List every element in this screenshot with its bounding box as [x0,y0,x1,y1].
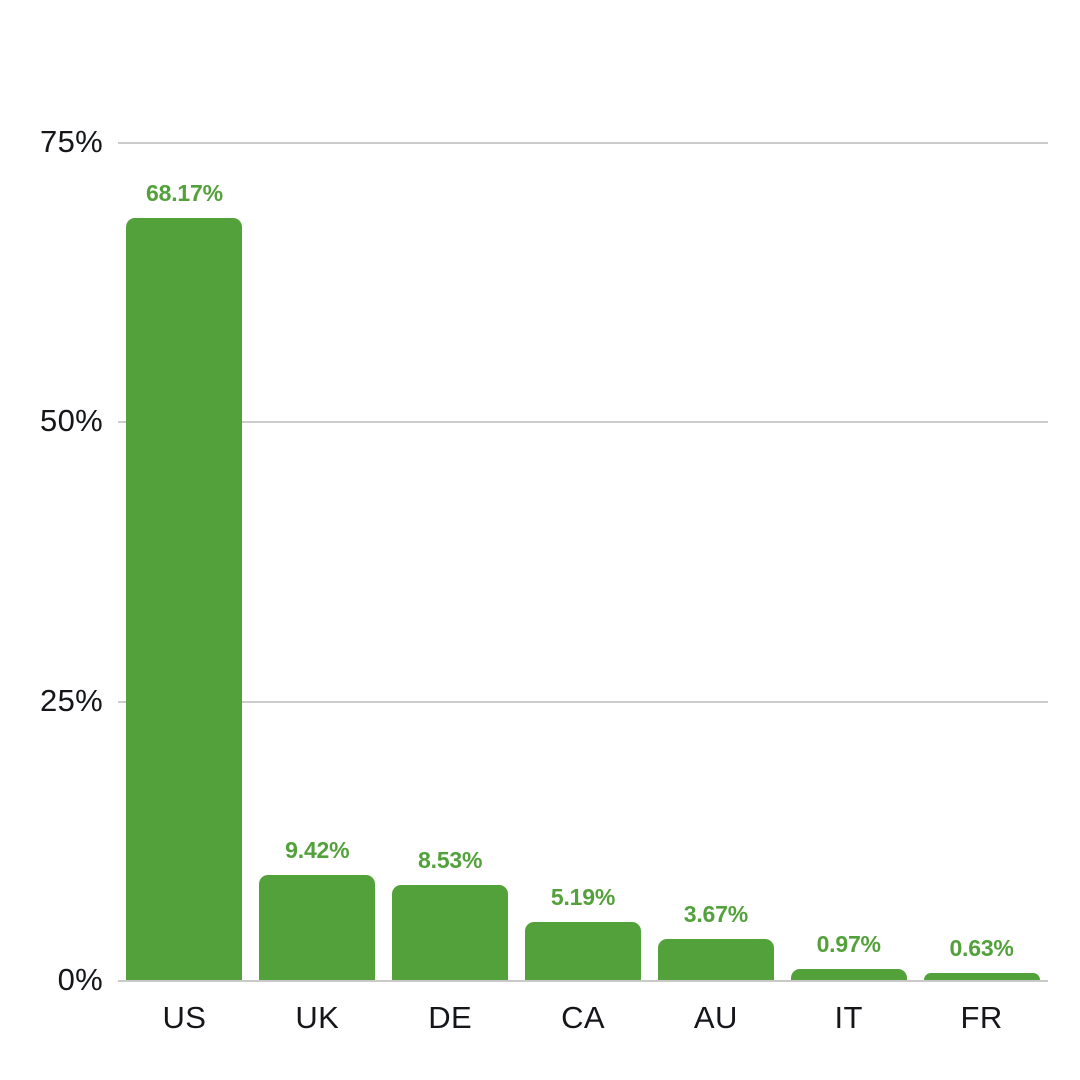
bar-group[interactable]: 68.17% [126,182,243,980]
x-axis-tick-label: FR [960,1000,1003,1035]
bar-group[interactable]: 3.67% [657,903,774,980]
bar-value-label: 68.17% [146,180,223,207]
bar-group[interactable]: 5.19% [525,886,641,980]
bar-us[interactable] [126,218,243,980]
bar-uk[interactable] [259,874,376,980]
bar-ca[interactable] [525,922,641,980]
bar-chart: 0% 25% 50% 75% 68.17% 9.42% 8.53% 5.19% 3.67% 0.… [0,0,1080,1080]
bar-it[interactable] [790,969,907,980]
y-axis-tick-label: 50% [40,403,103,439]
bars-layer: 68.17% 9.42% 8.53% 5.19% 3.67% 0.97% 0.63% [118,0,1048,1080]
y-axis-tick-label: 25% [40,682,103,718]
bar-fr[interactable] [923,972,1040,980]
bar-group[interactable]: 9.42% [259,838,376,980]
bar-value-label: 3.67% [683,901,748,927]
bar-group[interactable]: 0.97% [790,933,907,980]
y-axis-tick-label: 0% [57,962,103,997]
bar-de[interactable] [392,884,509,980]
bar-au[interactable] [657,939,774,980]
y-axis-tick-label: 75% [40,124,103,159]
bar-value-label: 0.63% [949,934,1014,961]
bar-value-label: 8.53% [418,846,483,873]
bar-group[interactable]: 0.63% [923,936,1040,980]
bar-group[interactable]: 8.53% [392,848,509,980]
